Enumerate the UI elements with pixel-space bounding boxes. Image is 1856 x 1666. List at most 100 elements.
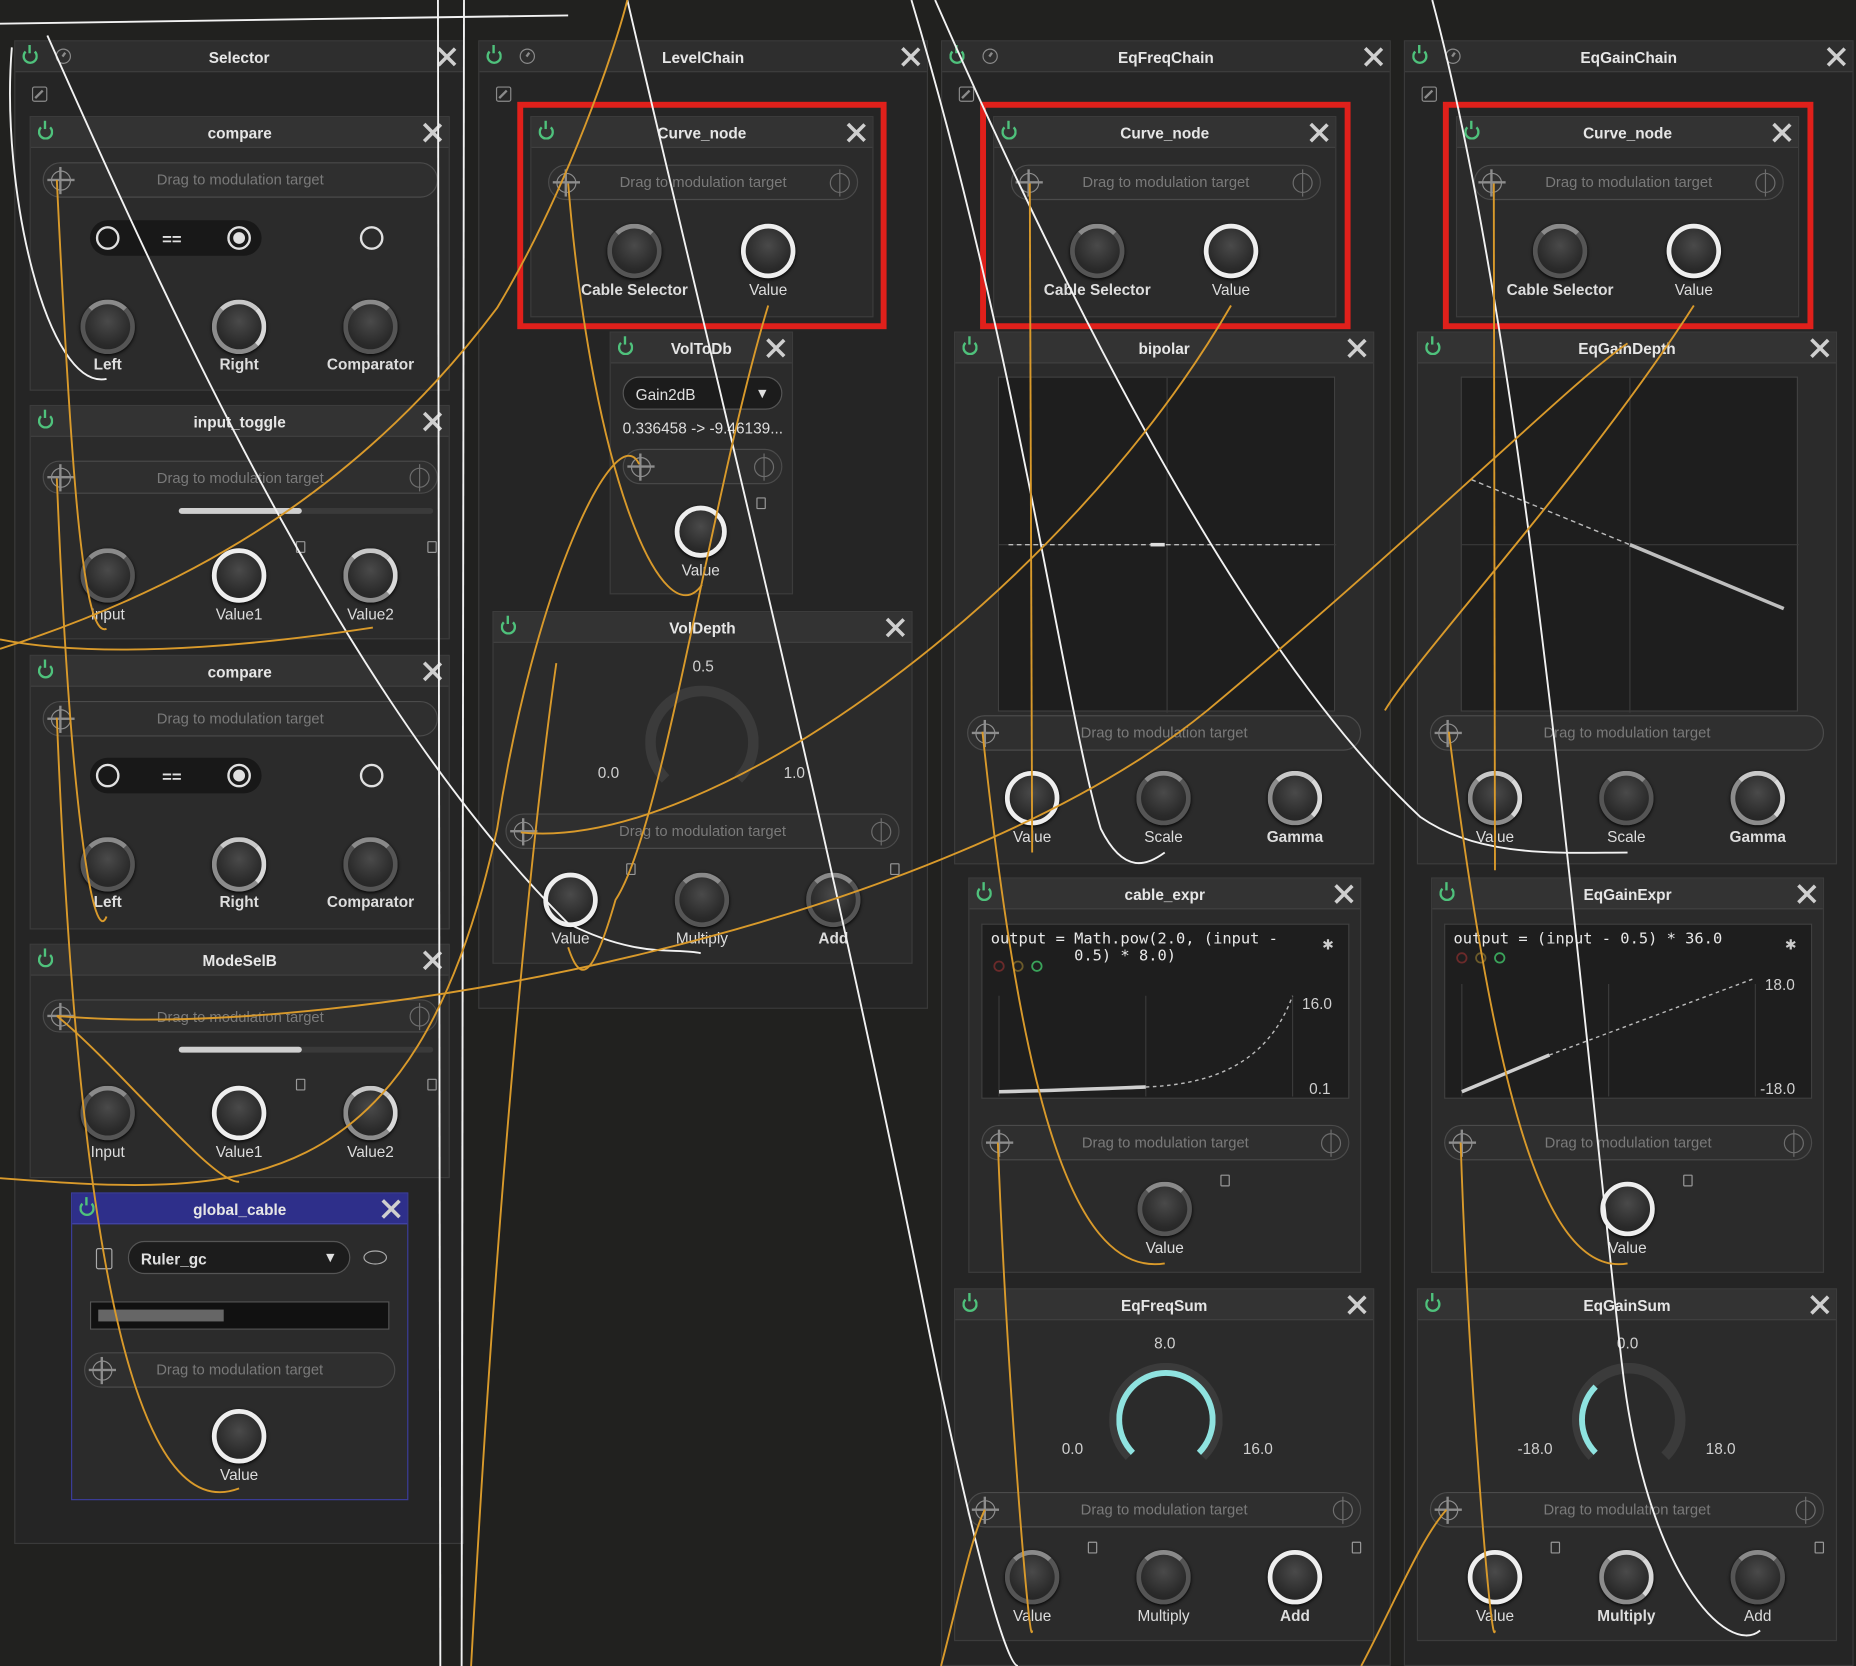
expression-editor[interactable]: output = Math.pow(2.0, (input - 0.5) * 8… <box>981 923 1350 1099</box>
value-knob[interactable] <box>1137 1181 1192 1237</box>
lock-icon[interactable] <box>1220 1174 1230 1187</box>
expression-editor[interactable]: output = (input - 0.5) * 36.0 ✱ 18.0 -18… <box>1444 923 1813 1099</box>
lock-icon[interactable] <box>626 863 636 876</box>
radio-right[interactable] <box>227 763 251 788</box>
value-knob[interactable] <box>211 1409 267 1464</box>
lock-icon[interactable] <box>295 541 306 553</box>
lock-icon[interactable] <box>890 863 900 876</box>
value-knob[interactable] <box>1004 770 1060 826</box>
lock-icon[interactable] <box>1550 1541 1561 1554</box>
close-icon[interactable] <box>423 123 442 142</box>
value-knob[interactable] <box>1467 1549 1523 1605</box>
right-knob[interactable] <box>211 299 267 355</box>
value-knob[interactable] <box>543 872 598 928</box>
close-icon[interactable] <box>1364 47 1383 66</box>
scale-knob[interactable] <box>1136 770 1191 826</box>
close-icon[interactable] <box>1347 1295 1366 1314</box>
modulation-drag-handle[interactable]: Drag to modulation target <box>42 999 438 1033</box>
lock-icon[interactable] <box>1351 1541 1362 1554</box>
close-icon[interactable] <box>901 47 920 66</box>
input-knob[interactable] <box>80 548 135 603</box>
add-knob[interactable] <box>806 872 861 928</box>
right-knob[interactable] <box>211 837 267 892</box>
gamma-knob[interactable] <box>1730 770 1785 826</box>
popout-icon[interactable] <box>958 86 975 102</box>
modulation-drag-handle[interactable]: Drag to modulation target <box>1429 715 1825 751</box>
lock-icon[interactable] <box>1683 1174 1693 1187</box>
bipolar-graph[interactable] <box>997 376 1337 713</box>
value-knob[interactable] <box>1600 1181 1655 1237</box>
depth-dial[interactable] <box>645 685 759 800</box>
value2-knob[interactable] <box>343 1085 398 1141</box>
input-knob[interactable] <box>80 1085 135 1141</box>
mode-dropdown[interactable]: Gain2dB ▼ <box>622 376 783 410</box>
phase-icon[interactable] <box>409 1002 430 1031</box>
value1-knob[interactable] <box>211 548 267 603</box>
radio-left[interactable] <box>95 763 120 788</box>
canvas[interactable]: Selector compare Drag to modulation targ… <box>0 0 1856 1666</box>
add-knob[interactable] <box>1730 1549 1785 1605</box>
value1-knob[interactable] <box>211 1085 267 1141</box>
popout-icon[interactable] <box>31 86 48 102</box>
phase-icon[interactable] <box>1332 1496 1353 1524</box>
eye-icon[interactable] <box>363 1250 388 1265</box>
lock-icon[interactable] <box>1087 1541 1098 1554</box>
modulation-drag-handle[interactable]: Drag to modulation target <box>967 1491 1362 1528</box>
phase-icon[interactable] <box>1795 1496 1816 1524</box>
close-icon[interactable] <box>423 662 442 681</box>
modulation-drag-handle[interactable]: Drag to modulation target <box>967 715 1362 751</box>
phase-icon[interactable] <box>409 464 430 492</box>
add-knob[interactable] <box>1267 1549 1323 1605</box>
modulation-drag-handle[interactable]: Drag to modulation target <box>42 460 438 494</box>
multiply-knob[interactable] <box>674 872 730 928</box>
close-icon[interactable] <box>1810 1295 1829 1314</box>
comparator-knob[interactable] <box>343 837 398 892</box>
close-icon[interactable] <box>885 618 904 637</box>
modulation-drag-handle[interactable]: Drag to modulation target <box>1444 1124 1813 1161</box>
close-icon[interactable] <box>1334 885 1353 904</box>
close-icon[interactable] <box>437 47 456 66</box>
phase-icon[interactable] <box>871 818 892 846</box>
lock-icon[interactable] <box>295 1078 306 1091</box>
left-knob[interactable] <box>80 837 135 892</box>
modulation-drag-handle[interactable] <box>622 448 783 485</box>
close-icon[interactable] <box>1826 47 1845 66</box>
left-knob[interactable] <box>80 299 135 355</box>
value-knob[interactable] <box>674 505 727 558</box>
value2-knob[interactable] <box>343 548 398 603</box>
close-icon[interactable] <box>423 951 442 970</box>
modulation-drag-handle[interactable]: Drag to modulation target <box>981 1124 1350 1161</box>
modulation-drag-handle[interactable]: Drag to modulation target <box>505 813 900 849</box>
close-icon[interactable] <box>1797 885 1816 904</box>
lock-icon[interactable] <box>756 497 766 510</box>
modulation-drag-handle[interactable]: Drag to modulation target <box>84 1352 396 1388</box>
popout-icon[interactable] <box>1421 86 1437 102</box>
lock-icon[interactable] <box>427 541 437 553</box>
radio-left[interactable] <box>95 226 120 250</box>
modulation-drag-handle[interactable]: Drag to modulation target <box>42 700 438 737</box>
lock-icon[interactable] <box>427 1078 437 1091</box>
multiply-knob[interactable] <box>1599 1549 1654 1605</box>
scale-knob[interactable] <box>1599 770 1654 826</box>
value-knob[interactable] <box>1467 770 1523 826</box>
depth-graph[interactable] <box>1460 376 1800 713</box>
value-knob[interactable] <box>1004 1549 1060 1605</box>
phase-icon[interactable] <box>753 453 775 481</box>
comparator-knob[interactable] <box>343 299 398 355</box>
close-icon[interactable] <box>381 1199 400 1218</box>
multiply-knob[interactable] <box>1136 1549 1191 1605</box>
phase-icon[interactable] <box>1783 1129 1804 1157</box>
radio-right[interactable] <box>227 226 251 250</box>
modulation-drag-handle[interactable]: Drag to modulation target <box>1429 1491 1825 1528</box>
lock-icon[interactable] <box>1814 1541 1825 1554</box>
chain-header[interactable]: Selector <box>15 41 463 73</box>
file-icon[interactable] <box>95 1248 113 1270</box>
close-icon[interactable] <box>1347 339 1366 358</box>
close-icon[interactable] <box>1810 339 1829 358</box>
close-icon[interactable] <box>423 412 442 431</box>
cable-selector-dropdown[interactable]: Ruler_gc ▼ <box>127 1240 351 1275</box>
phase-icon[interactable] <box>1320 1129 1342 1157</box>
popout-icon[interactable] <box>495 86 512 102</box>
gamma-knob[interactable] <box>1267 770 1323 826</box>
modulation-drag-handle[interactable]: Drag to modulation target <box>42 162 438 198</box>
